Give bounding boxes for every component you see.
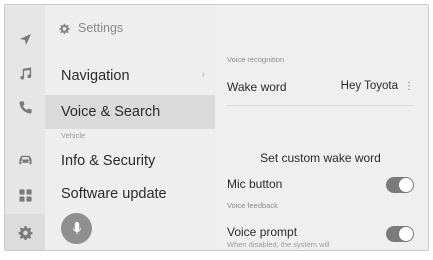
more-options-icon[interactable]: ⋮ bbox=[404, 81, 414, 92]
menu-header-title: Settings bbox=[78, 21, 124, 35]
menu-item-label: Navigation bbox=[61, 68, 130, 84]
section-voice-recognition: Voice recognition bbox=[227, 55, 285, 64]
menu-section-vehicle: Vehicle bbox=[61, 131, 86, 140]
divider bbox=[227, 105, 414, 106]
menu-item-label: Info & Security bbox=[61, 153, 156, 169]
mic-button-label: Mic button bbox=[227, 177, 283, 191]
rail-phone[interactable] bbox=[5, 89, 45, 125]
voice-prompt-note: When disabled, the system will bbox=[227, 240, 330, 249]
toggle-knob bbox=[399, 227, 413, 241]
menu-item-info-security[interactable]: Info & Security bbox=[45, 144, 215, 178]
voice-mic-button[interactable] bbox=[61, 213, 92, 244]
phone-icon bbox=[18, 100, 32, 114]
settings-gear-icon bbox=[59, 23, 70, 34]
car-icon bbox=[18, 155, 32, 164]
toggle-knob bbox=[399, 178, 413, 192]
menu-header: Settings bbox=[59, 21, 123, 35]
rail-navigation[interactable] bbox=[5, 21, 45, 57]
section-voice-feedback: Voice feedback bbox=[227, 201, 278, 210]
voice-prompt-toggle[interactable] bbox=[386, 226, 414, 242]
menu-item-label: Voice & Search bbox=[61, 104, 161, 120]
microphone-icon bbox=[72, 221, 81, 234]
settings-gear-icon bbox=[17, 225, 33, 240]
screen-frame: Settings Navigation › Voice & Search Veh… bbox=[4, 4, 429, 251]
menu-item-label: Software update bbox=[61, 186, 167, 202]
voice-settings-panel: Voice recognition Wake word Hey Toyota ⋮… bbox=[215, 5, 428, 250]
menu-item-voice-search[interactable]: Voice & Search bbox=[45, 95, 215, 129]
wake-word-label: Wake word bbox=[227, 80, 287, 94]
rail-settings[interactable] bbox=[5, 214, 45, 250]
wake-word-value: Hey Toyota bbox=[340, 80, 398, 92]
menu-item-software-update[interactable]: Software update bbox=[45, 177, 215, 211]
voice-prompt-label: Voice prompt bbox=[227, 225, 298, 239]
settings-menu: Settings Navigation › Voice & Search Veh… bbox=[45, 5, 215, 250]
navigation-arrow-icon bbox=[19, 33, 31, 45]
music-icon bbox=[19, 66, 31, 80]
rail-media[interactable] bbox=[5, 55, 45, 91]
apps-grid-icon bbox=[18, 188, 32, 202]
set-custom-wake-word-button[interactable]: Set custom wake word bbox=[227, 145, 414, 171]
chevron-right-icon: › bbox=[201, 69, 205, 80]
wake-word-selector[interactable]: Hey Toyota ⋮ bbox=[341, 80, 414, 92]
mic-button-toggle[interactable] bbox=[386, 177, 414, 193]
menu-item-navigation[interactable]: Navigation › bbox=[45, 59, 215, 93]
app-rail bbox=[5, 5, 45, 250]
rail-vehicle[interactable] bbox=[5, 141, 45, 177]
rail-apps[interactable] bbox=[5, 177, 45, 213]
